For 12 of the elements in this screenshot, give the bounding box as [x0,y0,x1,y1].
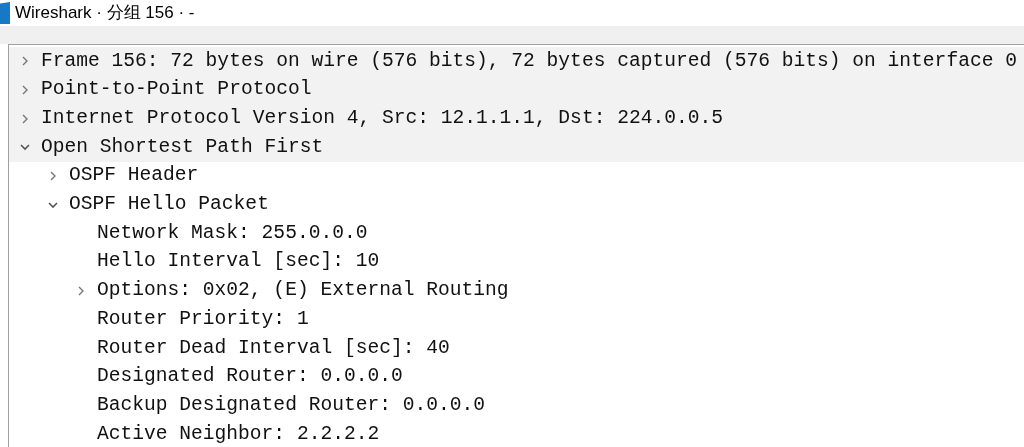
tree-item-label[interactable]: Active Neighbor: 2.2.2.2 [97,419,380,447]
tree-item-label[interactable]: Network Mask: 255.0.0.0 [97,218,368,249]
tree-item-label[interactable]: Options: 0x02, (E) External Routing [97,276,509,306]
tree-item-label[interactable]: Backup Designated Router: 0.0.0.0 [97,390,486,421]
tree-item-label[interactable]: OSPF Hello Packet [69,190,269,220]
tree-item-label[interactable]: Router Priority: 1 [97,304,309,335]
tree-item-label[interactable]: Router Dead Interval [sec]: 40 [97,333,450,363]
window-title: Wireshark · 分组 156 · - [15,2,195,25]
tree-item-label[interactable]: OSPF Header [69,161,199,191]
app-icon [0,2,12,24]
tree-item-label[interactable]: Designated Router: 0.0.0.0 [97,362,403,392]
tree-item-label[interactable]: Hello Interval [sec]: 10 [97,247,380,277]
